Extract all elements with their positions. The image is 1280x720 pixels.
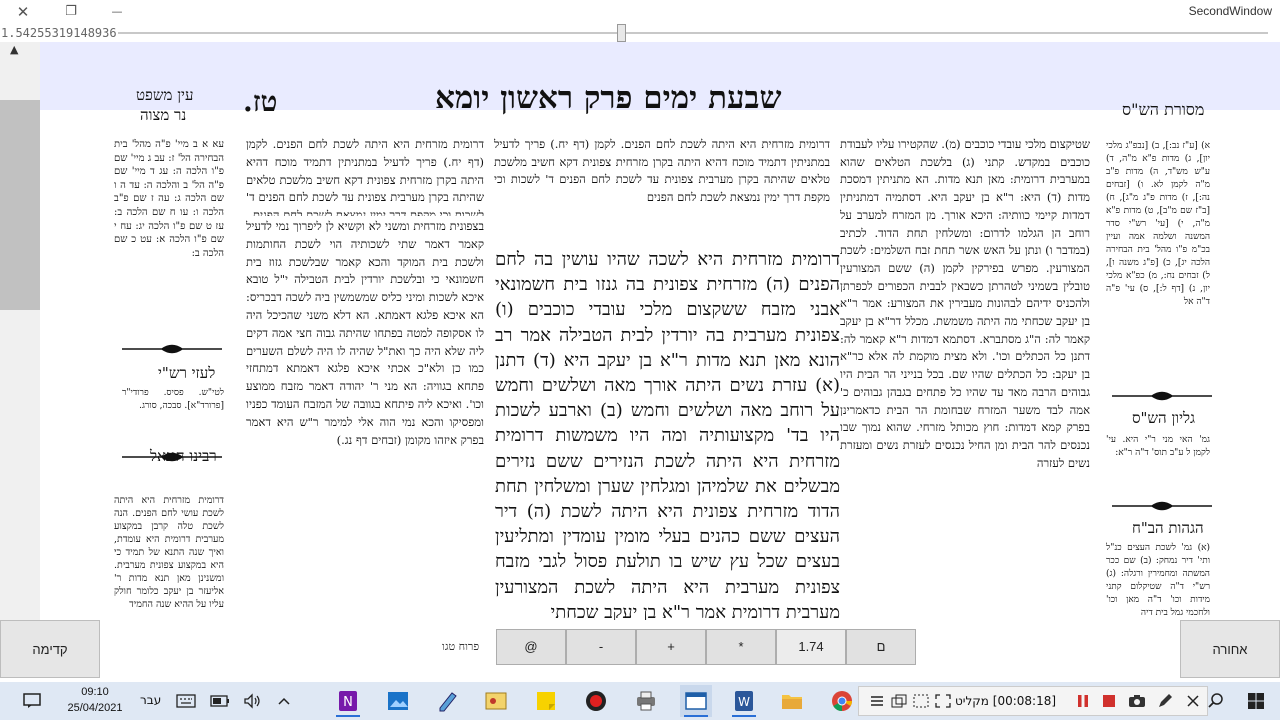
close-icon[interactable]: ✕ bbox=[10, 2, 36, 22]
forward-button[interactable]: קדימה bbox=[0, 620, 100, 678]
photos-icon[interactable] bbox=[382, 685, 414, 717]
volume-icon[interactable] bbox=[236, 685, 268, 717]
window-titlebar: ✕ ❐ — SecondWindow bbox=[0, 0, 1280, 24]
hagahot-habach-text: (א) גמ' לשכת העצים כנ"ל ותי' דיר נמחק: (… bbox=[1106, 543, 1210, 618]
svg-text:W: W bbox=[738, 695, 750, 709]
svg-text:N: N bbox=[343, 695, 353, 710]
laazei-rashi-text: לטי"ש. פסיס. פרודי"ר [פרורד"א]. סבכה, סו… bbox=[122, 388, 224, 411]
tosafot-column: בצפונית מזרחית ומשני לא וקשיא לן ליפרוך … bbox=[246, 219, 484, 447]
laazei-rashi-title: לעזי רש"י bbox=[158, 364, 216, 382]
windows-start-icon[interactable] bbox=[1240, 685, 1272, 717]
sticky-notes-icon[interactable] bbox=[530, 685, 562, 717]
language-indicator[interactable]: עבר bbox=[140, 693, 161, 707]
position-slider-row: 1.54255319148936 bbox=[0, 24, 1280, 42]
onenote-icon[interactable]: N bbox=[332, 685, 364, 717]
page-number: טז. bbox=[243, 85, 278, 118]
rashi-commentary-top: דרומית מזרחית היא היתה לשכת לחם הפנים. ל… bbox=[494, 137, 830, 205]
ornament-divider bbox=[122, 344, 222, 354]
at-button[interactable]: @ bbox=[496, 629, 566, 665]
zoom-in-button[interactable]: + bbox=[636, 629, 706, 665]
ein-mishpat-title: עין משפט bbox=[136, 86, 194, 104]
printer-icon[interactable] bbox=[630, 685, 662, 717]
d-button[interactable]: ם bbox=[846, 629, 916, 665]
minimize-icon[interactable]: — bbox=[104, 2, 130, 22]
window-title: SecondWindow bbox=[1188, 4, 1272, 18]
scrollbar-thumb[interactable] bbox=[0, 100, 40, 310]
coordinate-readout: 1.54255319148936 bbox=[1, 26, 117, 40]
recording-status: [00:08:18] מקליט bbox=[955, 694, 1057, 708]
rabbeinu-chananel-text: דרומית מזרחית היא היתה לשכת עושי לחם הפנ… bbox=[114, 495, 224, 610]
zoom-out-button[interactable]: - bbox=[566, 629, 636, 665]
bottom-toolbar: קדימה פרוח טגו @ - + * 1.74 ם אחורה bbox=[0, 620, 1280, 682]
position-slider-thumb[interactable] bbox=[617, 24, 626, 42]
keyboard-icon[interactable] bbox=[170, 685, 202, 717]
snipping-tool-icon[interactable] bbox=[480, 685, 512, 717]
file-explorer-icon[interactable] bbox=[776, 685, 808, 717]
ner-mitzvah-title: נר מצוה bbox=[140, 106, 187, 124]
back-button[interactable]: אחורה bbox=[1180, 620, 1280, 678]
page-label: פרוח טגו bbox=[442, 640, 480, 653]
pencil-app-icon[interactable] bbox=[432, 685, 464, 717]
restore-icon[interactable]: ❐ bbox=[58, 2, 84, 22]
star-button[interactable]: * bbox=[706, 629, 776, 665]
taskbar-clock[interactable]: 09:10 25/04/2021 bbox=[52, 684, 138, 716]
position-slider-track[interactable] bbox=[118, 32, 1268, 34]
ornament-divider bbox=[1112, 501, 1212, 511]
hagahot-habach-title: הגהות הב"ח bbox=[1132, 519, 1204, 537]
clock-time: 09:10 bbox=[81, 686, 109, 698]
word-icon[interactable]: W bbox=[728, 685, 760, 717]
gilyon-hashas-title: גליון הש"ס bbox=[1132, 409, 1196, 427]
chevron-up-icon[interactable] bbox=[268, 685, 300, 717]
ornament-divider bbox=[1112, 391, 1212, 401]
search-icon[interactable] bbox=[1200, 685, 1232, 717]
vertical-scrollbar[interactable]: ▲ bbox=[0, 42, 40, 620]
taskbar: 09:10 25/04/2021 עבר N W [00:08:18] מקלי… bbox=[0, 682, 1280, 720]
rashi-commentary-column: שטיקצום מלכי עובדי כוכבים (מ). שהקטירו ע… bbox=[840, 137, 1090, 470]
notification-icon[interactable] bbox=[16, 685, 48, 717]
talmud-page: שבעת ימים פרק ראשון יומא טז. מסורת הש"ס … bbox=[40, 42, 1280, 620]
scroll-up-icon[interactable]: ▲ bbox=[10, 43, 18, 56]
gemara-text: דרומית מזרחית היא לשכה שהיו עושין בה לחם… bbox=[495, 249, 840, 620]
rashi-commentary-top-left: דרומית מזרחית היא היתה לשכת לחם הפנים. ל… bbox=[246, 137, 484, 216]
gilyon-hashas-text: גמ' האי מני ר"י היא. עי' לקמן ל ע"ב תוס'… bbox=[1106, 435, 1210, 458]
zoom-value-field[interactable]: 1.74 bbox=[776, 629, 846, 665]
record-icon[interactable] bbox=[580, 685, 612, 717]
clock-date: 25/04/2021 bbox=[67, 702, 123, 714]
ein-mishpat-column: עא א ב מיי' פ"ה מהל' בית הבחירה הל' ז: ע… bbox=[114, 139, 224, 259]
rabbeinu-chananel-title: רבינו חננאל bbox=[150, 447, 217, 465]
page-header-title: שבעת ימים פרק ראשון יומא bbox=[435, 80, 782, 116]
battery-icon[interactable] bbox=[204, 685, 236, 717]
masoret-hashas-column: א) [ע"ז נב:], ב) [נבפ"ג מלכי יון], ג) מד… bbox=[1106, 141, 1210, 307]
chrome-icon[interactable] bbox=[826, 685, 858, 717]
secondwindow-app-icon[interactable] bbox=[680, 685, 712, 717]
masoret-hashas-title: מסורת הש"ס bbox=[1122, 100, 1205, 119]
screen-recorder-bar: [00:08:18] מקליט bbox=[858, 686, 1208, 716]
